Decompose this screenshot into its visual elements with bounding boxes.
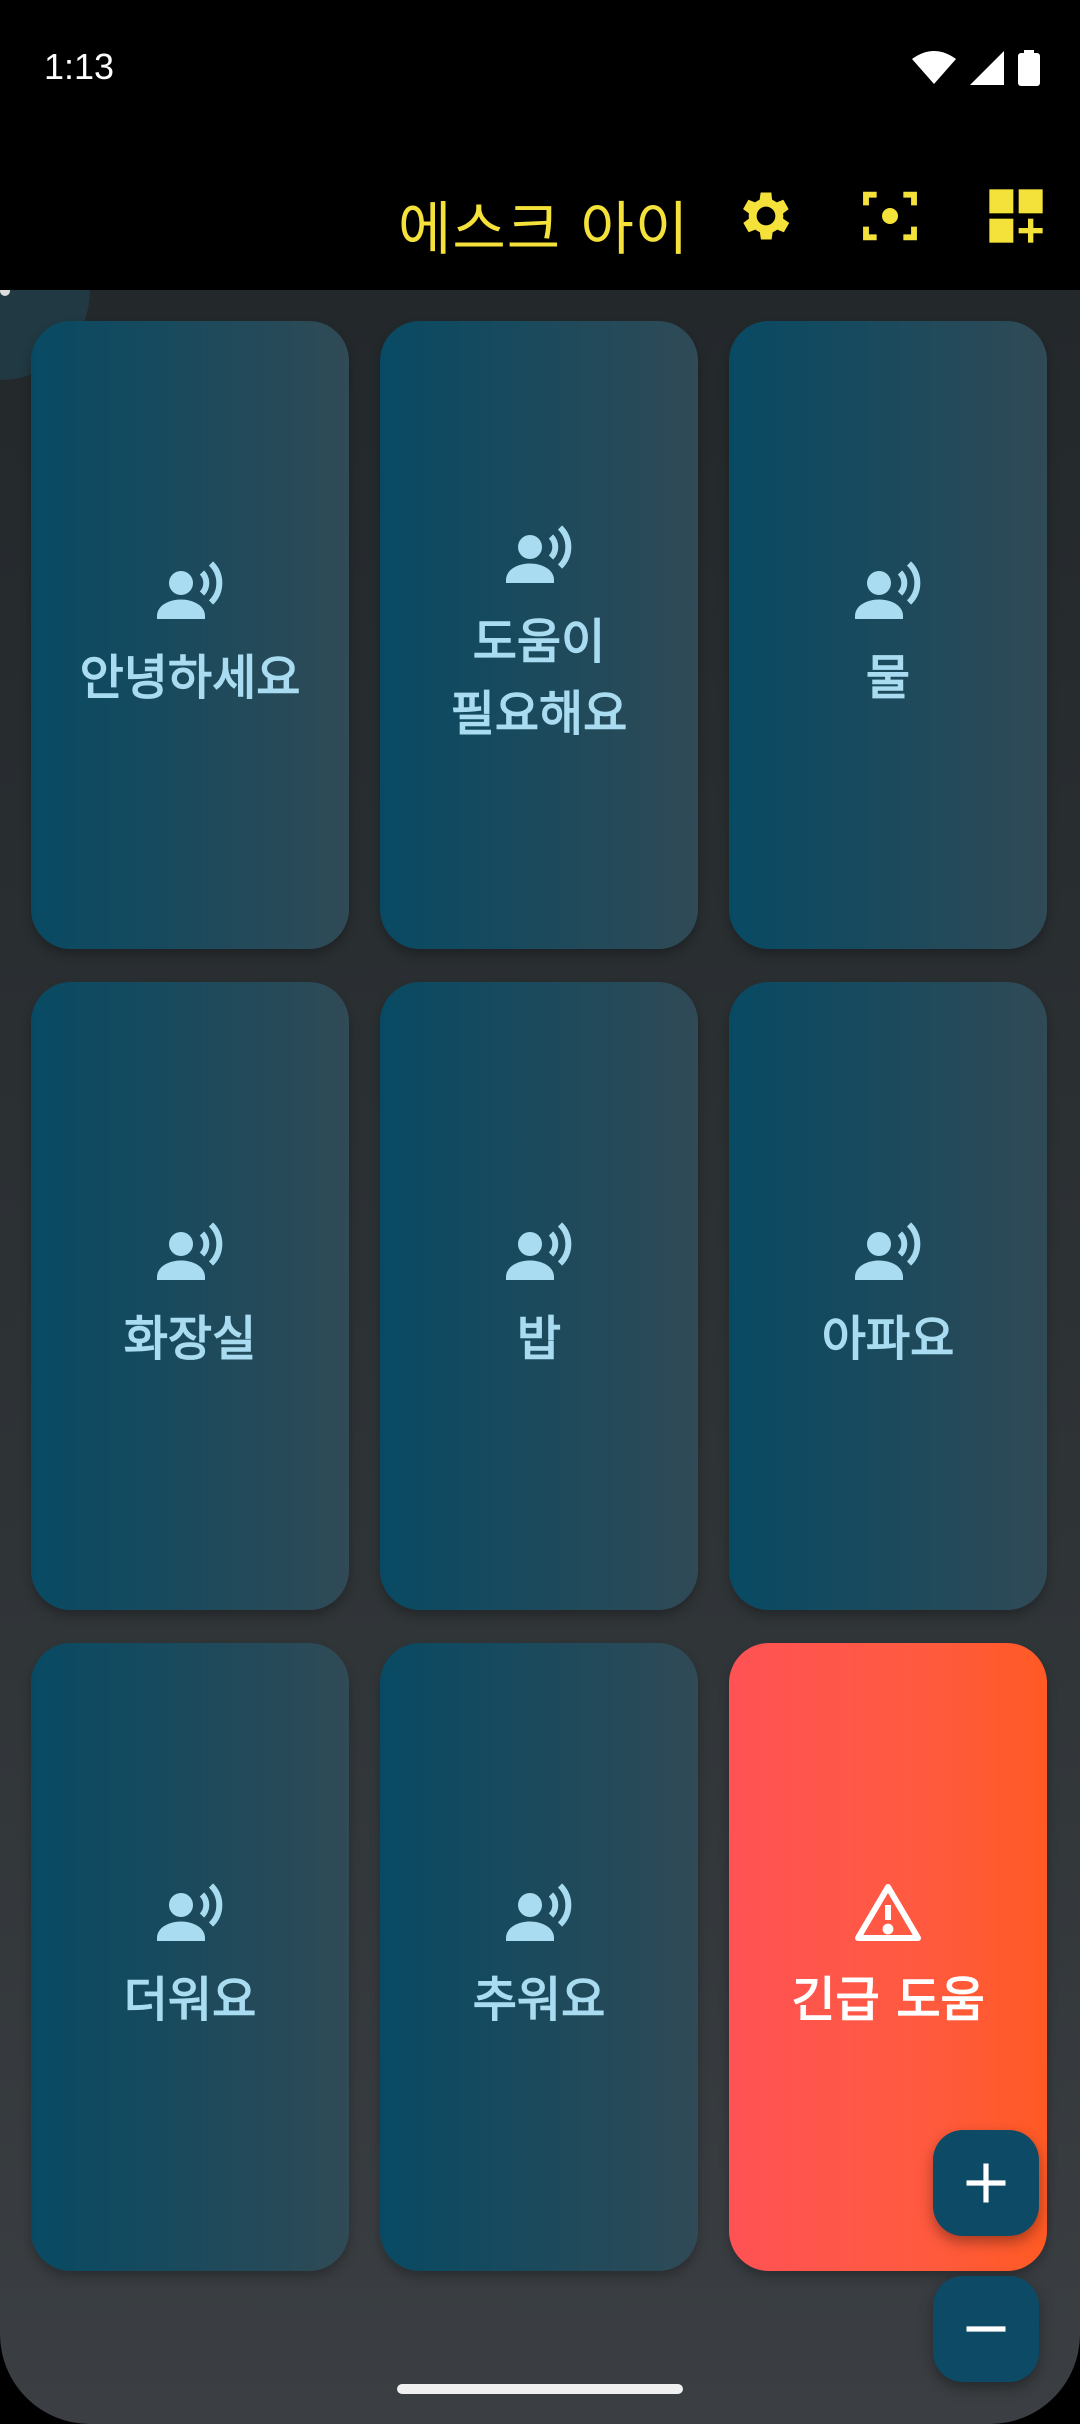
speak-icon: [154, 556, 226, 628]
speak-icon: [154, 1217, 226, 1289]
battery-icon: [1018, 50, 1040, 90]
tile-label: 밥: [516, 1311, 562, 1367]
speak-icon: [852, 1217, 924, 1289]
tile-in-pain[interactable]: 아파요: [729, 982, 1047, 1610]
warning-icon: [852, 1878, 924, 1950]
tile-need-help[interactable]: 도움이 필요해요: [380, 321, 698, 949]
home-indicator[interactable]: [397, 2384, 683, 2394]
tile-meal[interactable]: 밥: [380, 982, 698, 1610]
signal-icon: [970, 51, 1004, 89]
speak-icon: [852, 556, 924, 628]
tile-hot[interactable]: 더워요: [31, 1643, 349, 2271]
speak-icon: [154, 1878, 226, 1950]
tile-cold[interactable]: 추워요: [380, 1643, 698, 2271]
status-icons: [912, 50, 1040, 90]
tile-label: 아파요: [821, 1311, 955, 1367]
wifi-icon: [912, 51, 956, 89]
tile-restroom[interactable]: 화장실: [31, 982, 349, 1610]
zoom-out-icon: [966, 2326, 1006, 2332]
tile-water[interactable]: 물: [729, 321, 1047, 949]
zoom-out-button[interactable]: [933, 2276, 1039, 2382]
tile-label: 화장실: [123, 1311, 257, 1367]
speak-icon: [503, 1217, 575, 1289]
settings-icon[interactable]: [734, 184, 798, 248]
tile-hello[interactable]: 안녕하세요: [31, 321, 349, 949]
tile-label: 더워요: [123, 1972, 257, 2028]
tile-label: 물: [865, 650, 911, 706]
tile-label: 추워요: [472, 1972, 606, 2028]
scan-icon[interactable]: [858, 184, 922, 248]
phrase-board: 안녕하세요 도움이 필요해요 물 화장실 밥 아파요 더워요 추워요 긴급 도움: [0, 290, 1080, 2424]
tile-label: 안녕하세요: [79, 650, 301, 706]
status-bar: 1:13: [0, 0, 1080, 140]
tile-label: 긴급 도움: [791, 1972, 985, 2028]
zoom-in-button[interactable]: [933, 2130, 1039, 2236]
zoom-in-icon: [966, 2163, 1006, 2203]
app-title: 에스크 아이: [398, 195, 690, 263]
speak-icon: [503, 1878, 575, 1950]
phrase-grid: 안녕하세요 도움이 필요해요 물 화장실 밥 아파요 더워요 추워요 긴급 도움: [31, 321, 1047, 2271]
speak-icon: [503, 520, 575, 592]
tile-label: 도움이 필요해요: [450, 614, 628, 742]
add-widget-icon[interactable]: [984, 184, 1048, 248]
app-bar: 에스크 아이: [0, 140, 1080, 290]
status-time: 1:13: [44, 46, 115, 87]
